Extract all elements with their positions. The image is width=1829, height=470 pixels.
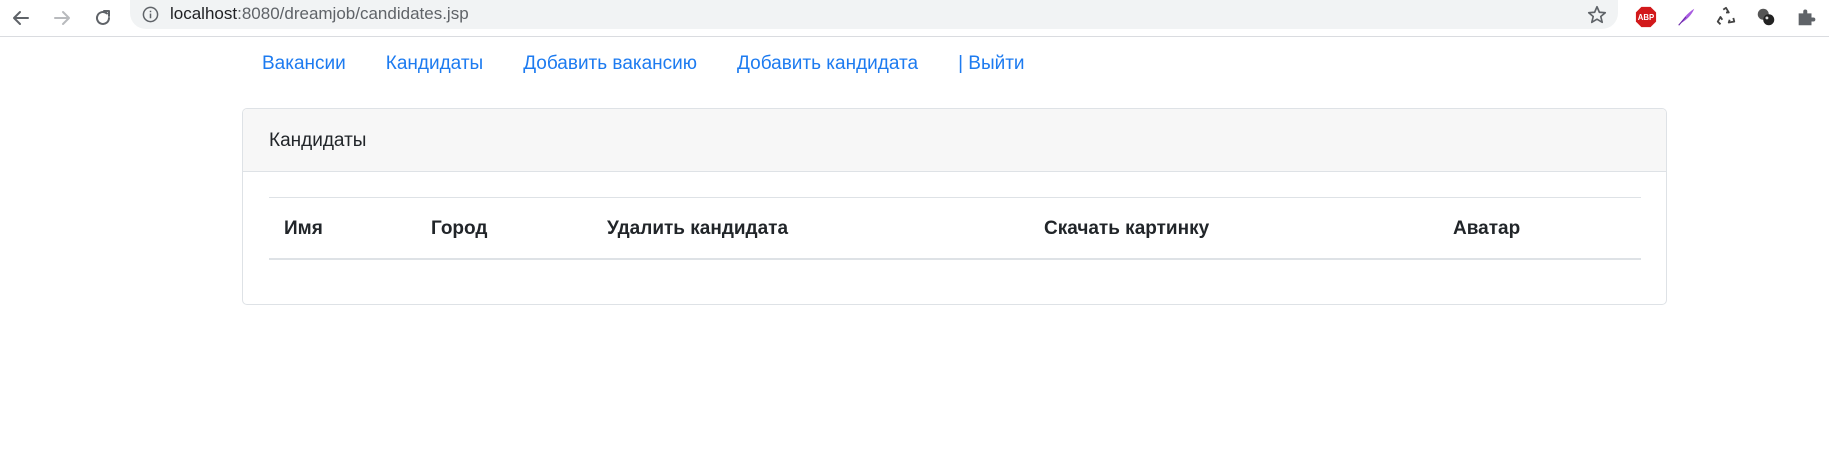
forward-button[interactable] (47, 3, 77, 33)
adblock-extension-button[interactable]: ABP (1632, 3, 1660, 31)
nav-link-vacancies[interactable]: Вакансии (242, 50, 366, 80)
reload-button[interactable] (88, 3, 118, 33)
nav-link-add-candidate[interactable]: Добавить кандидата (717, 50, 938, 80)
recycle-icon (1716, 6, 1736, 25)
back-button[interactable] (6, 3, 36, 33)
column-header-city: Город (416, 197, 592, 260)
nav-link-logout[interactable]: | Выйти (938, 50, 1044, 80)
url-host: localhost (170, 4, 238, 23)
url-path: :8080/dreamjob/candidates.jsp (237, 4, 469, 23)
quill-extension-button[interactable] (1672, 3, 1700, 31)
reload-icon (96, 10, 110, 25)
main-nav: Вакансии Кандидаты Добавить вакансию Доб… (242, 50, 1045, 80)
info-icon[interactable] (142, 6, 159, 23)
arrow-right-icon (54, 11, 70, 25)
candidates-table: Имя Город Удалить кандидата Скачать карт… (269, 197, 1641, 260)
star-icon[interactable] (1586, 4, 1608, 26)
card-title: Кандидаты (243, 109, 1666, 172)
column-header-download: Скачать картинку (1029, 197, 1438, 260)
address-bar[interactable]: localhost:8080/dreamjob/candidates.jsp (130, 0, 1618, 29)
nav-link-add-vacancy[interactable]: Добавить вакансию (503, 50, 717, 80)
table-header-row: Имя Город Удалить кандидата Скачать карт… (269, 197, 1641, 260)
adblock-icon: ABP (1635, 6, 1657, 28)
browser-toolbar: localhost:8080/dreamjob/candidates.jsp A… (0, 0, 1829, 37)
column-header-name: Имя (269, 197, 416, 260)
candidates-card: Кандидаты Имя Город Удалить кандидата Ск… (242, 108, 1667, 305)
nav-link-candidates[interactable]: Кандидаты (366, 50, 503, 80)
quill-icon (1678, 8, 1695, 26)
balls-extension-button[interactable] (1752, 3, 1780, 31)
extensions-menu-button[interactable] (1792, 3, 1820, 31)
puzzle-icon (1798, 9, 1816, 26)
arrow-left-icon (13, 11, 29, 25)
balls-icon (1757, 8, 1775, 26)
column-header-avatar: Аватар (1438, 197, 1641, 260)
adblock-label: ABP (1638, 13, 1654, 22)
column-header-delete: Удалить кандидата (592, 197, 1029, 260)
card-body: Имя Город Удалить кандидата Скачать карт… (243, 172, 1666, 285)
url-text[interactable]: localhost:8080/dreamjob/candidates.jsp (170, 4, 469, 24)
recycle-extension-button[interactable] (1712, 3, 1740, 31)
